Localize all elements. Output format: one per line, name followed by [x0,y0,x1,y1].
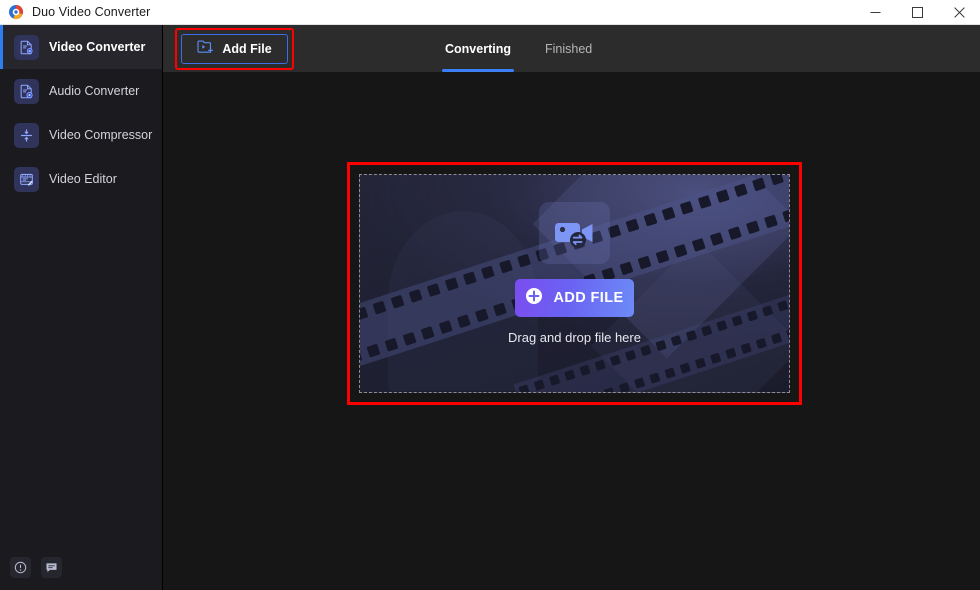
sidebar-item-label: Audio Converter [49,84,139,98]
video-converter-icon [14,35,39,60]
feedback-icon[interactable] [41,557,62,578]
toolbar: Add File Converting Finished [163,25,980,72]
tab-converting[interactable]: Converting [445,25,511,72]
main-content: ADD FILE Drag and drop file here [163,72,980,590]
sidebar-item-label: Video Editor [49,172,117,186]
window-controls [854,0,980,25]
video-editor-icon [14,167,39,192]
title-bar: Duo Video Converter [0,0,980,25]
add-file-cta-label: ADD FILE [553,290,623,306]
sidebar-item-video-compressor[interactable]: Video Compressor [0,113,162,157]
drag-drop-hint: Drag and drop file here [508,330,641,345]
tab-label: Converting [445,42,511,56]
info-icon[interactable] [10,557,31,578]
folder-add-video-icon [197,39,214,59]
file-dropzone[interactable]: ADD FILE Drag and drop file here [359,174,790,393]
video-compressor-icon [14,123,39,148]
dropzone-content: ADD FILE Drag and drop file here [360,175,789,392]
video-camera-convert-icon [539,202,610,264]
add-file-cta-button[interactable]: ADD FILE [515,279,634,317]
plus-circle-icon [525,287,543,310]
sidebar-item-label: Video Converter [49,40,145,54]
duo-app-logo-icon [8,4,24,20]
add-file-button-label: Add File [222,42,271,56]
sidebar-footer [10,557,62,578]
add-file-button[interactable]: Add File [181,34,288,64]
app-window: Duo Video Converter [0,0,980,590]
window-title: Duo Video Converter [32,5,150,19]
tab-bar: Converting Finished [445,25,592,72]
sidebar-item-label: Video Compressor [49,128,152,142]
sidebar-item-audio-converter[interactable]: Audio Converter [0,69,162,113]
maximize-icon[interactable] [896,0,938,25]
minimize-icon[interactable] [854,0,896,25]
close-icon[interactable] [938,0,980,25]
tab-finished[interactable]: Finished [545,25,592,72]
tab-label: Finished [545,42,592,56]
audio-converter-icon [14,79,39,104]
sidebar-item-video-converter[interactable]: Video Converter [0,25,162,69]
sidebar: Video Converter Audio Converter [0,25,163,590]
sidebar-item-video-editor[interactable]: Video Editor [0,157,162,201]
